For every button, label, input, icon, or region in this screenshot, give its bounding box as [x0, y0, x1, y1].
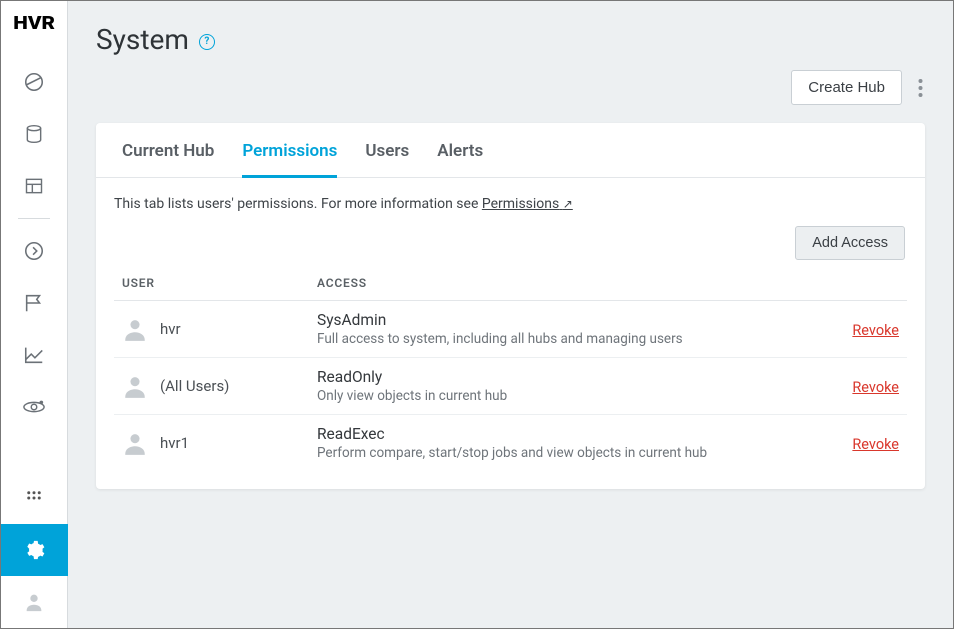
help-icon[interactable]: ?	[199, 34, 215, 50]
arrow-circle-icon	[23, 240, 45, 262]
avatar-icon	[122, 373, 148, 399]
revoke-link[interactable]: Revoke	[852, 436, 899, 453]
table-header: USER ACCESS	[114, 272, 907, 301]
tab-description: This tab lists users' permissions. For m…	[96, 178, 925, 212]
col-access: ACCESS	[317, 276, 809, 290]
user-name: (All Users)	[160, 377, 229, 395]
table-row: hvr1 ReadExec Perform compare, start/sto…	[114, 415, 907, 471]
more-actions-icon[interactable]	[916, 78, 925, 98]
user-name: hvr1	[160, 434, 189, 452]
access-title: SysAdmin	[317, 311, 809, 329]
desc-link[interactable]: Permissions ↗	[482, 196, 573, 212]
permissions-card: Current Hub Permissions Users Alerts Thi…	[96, 123, 925, 489]
user-cell: hvr	[122, 316, 317, 342]
revoke-link[interactable]: Revoke	[852, 379, 899, 396]
nav-dashboard[interactable]	[1, 56, 68, 108]
gear-icon	[23, 539, 45, 561]
avatar-icon	[122, 316, 148, 342]
user-cell: hvr1	[122, 430, 317, 456]
access-desc: Perform compare, start/stop jobs and vie…	[317, 445, 809, 461]
actions-row: Create Hub	[96, 70, 925, 105]
main-content: System ? Create Hub Current Hub Permissi…	[68, 1, 953, 628]
access-cell: ReadExec Perform compare, start/stop job…	[317, 425, 809, 461]
access-desc: Only view objects in current hub	[317, 388, 809, 404]
access-cell: SysAdmin Full access to system, includin…	[317, 311, 809, 347]
nav-settings[interactable]	[1, 524, 68, 576]
orbit-icon	[22, 396, 46, 418]
grid-dots-icon	[25, 489, 43, 507]
add-access-row: Add Access	[96, 212, 925, 272]
nav-database[interactable]	[1, 108, 68, 160]
flag-icon	[23, 292, 45, 314]
external-link-icon: ↗	[563, 197, 573, 211]
nav-table[interactable]	[1, 160, 68, 212]
nav-user[interactable]	[1, 576, 68, 628]
create-hub-button[interactable]: Create Hub	[791, 70, 902, 105]
logo: HVR	[13, 13, 55, 34]
access-title: ReadOnly	[317, 368, 809, 386]
table-row: hvr SysAdmin Full access to system, incl…	[114, 301, 907, 358]
tabs: Current Hub Permissions Users Alerts	[96, 123, 925, 178]
access-desc: Full access to system, including all hub…	[317, 331, 809, 347]
add-access-button[interactable]: Add Access	[795, 226, 905, 260]
revoke-link[interactable]: Revoke	[852, 322, 899, 339]
access-cell: ReadOnly Only view objects in current hu…	[317, 368, 809, 404]
nav-chart[interactable]	[1, 329, 68, 381]
globe-icon	[23, 71, 45, 93]
user-name: hvr	[160, 320, 181, 338]
revoke-cell: Revoke	[809, 377, 899, 396]
chart-icon	[23, 344, 45, 366]
title-row: System ?	[96, 23, 925, 56]
nav-integrate[interactable]	[1, 381, 68, 433]
nav-flag[interactable]	[1, 277, 68, 329]
col-user: USER	[122, 276, 317, 290]
nav-more[interactable]	[1, 472, 68, 524]
avatar-icon	[122, 430, 148, 456]
revoke-cell: Revoke	[809, 320, 899, 339]
database-icon	[24, 123, 44, 145]
table-row: (All Users) ReadOnly Only view objects i…	[114, 358, 907, 415]
layout-icon	[24, 176, 44, 196]
tab-current-hub[interactable]: Current Hub	[122, 141, 214, 178]
tab-users[interactable]: Users	[365, 141, 409, 178]
desc-text: This tab lists users' permissions. For m…	[114, 196, 482, 212]
page-title: System	[96, 23, 189, 56]
revoke-cell: Revoke	[809, 434, 899, 453]
access-title: ReadExec	[317, 425, 809, 443]
sidebar: HVR	[1, 1, 68, 628]
nav-jobs[interactable]	[1, 225, 68, 277]
tab-alerts[interactable]: Alerts	[437, 141, 483, 178]
tab-permissions[interactable]: Permissions	[242, 141, 337, 178]
nav-separator	[18, 218, 50, 219]
user-cell: (All Users)	[122, 373, 317, 399]
permissions-table: USER ACCESS hvr SysAdmin Full access to …	[96, 272, 925, 471]
col-action	[809, 276, 899, 290]
user-icon	[23, 591, 45, 613]
